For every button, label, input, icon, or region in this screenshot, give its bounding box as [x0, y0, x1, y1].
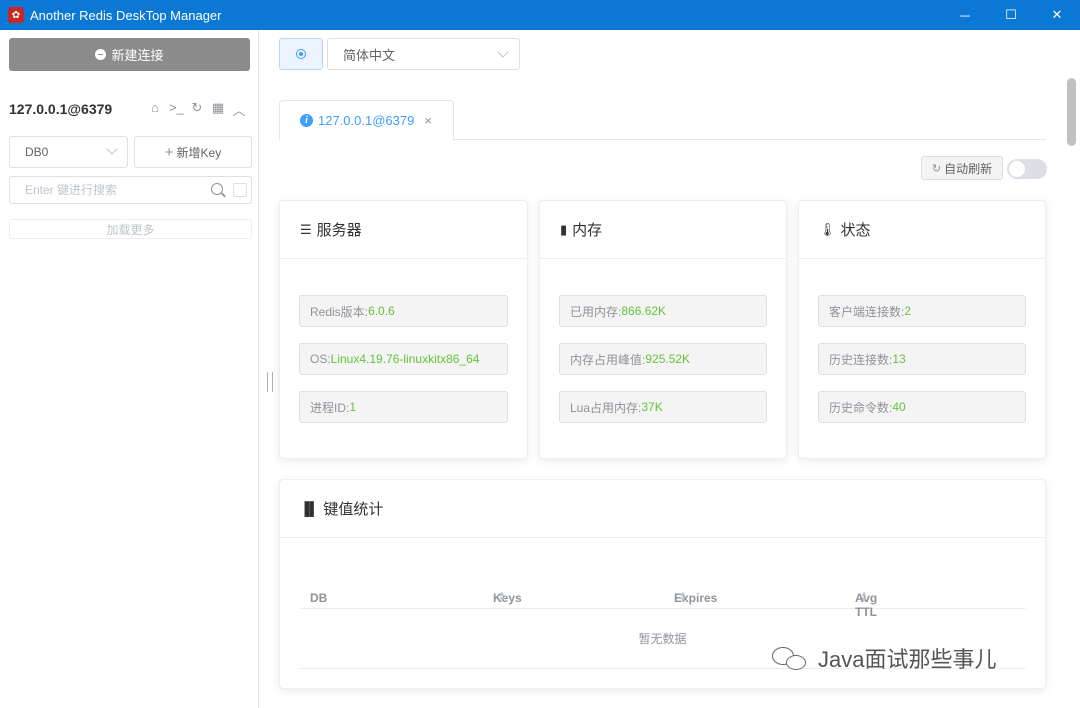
main-scrollbar[interactable] — [1067, 78, 1076, 146]
key-stats-title: 键值统计 — [323, 501, 384, 518]
auto-refresh-switch[interactable] — [1007, 159, 1047, 179]
dark-mode-toggle[interactable] — [279, 38, 323, 70]
server-card-header: ☰ 服务器 — [280, 201, 527, 259]
add-key-label: 新增Key — [176, 145, 222, 160]
memory-card-title: 内存 — [572, 222, 603, 239]
status-stat-history-conn: 历史连接数: 13 — [818, 343, 1026, 375]
new-connection-button[interactable]: 新建连接 — [9, 38, 250, 71]
app-logo-icon: ✿ — [8, 7, 24, 23]
theme-radio-icon — [296, 49, 306, 59]
refresh-icon[interactable]: ↻ — [190, 100, 204, 119]
window-controls: ─ ☐ ✕ — [942, 0, 1080, 30]
window-titlebar: ✿ Another Redis DeskTop Manager ─ ☐ ✕ — [0, 0, 1080, 30]
sidebar: 新建连接 127.0.0.1@6379 ⌂ >_ ↻ ▦ ︿ DB0 + 新增K… — [0, 30, 259, 708]
status-stat-history-cmd: 历史命令数: 40 — [818, 391, 1026, 423]
bar-chart-icon: ▐▌ — [300, 501, 319, 516]
chevron-down-icon — [497, 46, 509, 58]
watermark: Java面试那些事儿 — [772, 642, 996, 674]
thermometer-icon: 🌡 — [819, 221, 836, 237]
tab-connection-info[interactable]: i 127.0.0.1@6379 × — [279, 100, 454, 141]
key-search — [9, 176, 252, 204]
search-icon[interactable] — [211, 183, 223, 195]
status-card-title: 状态 — [840, 222, 871, 239]
auto-refresh-label: 自动刷新 — [944, 161, 993, 176]
refresh-icon: ↻ — [931, 162, 942, 175]
sort-icon[interactable]: ▲ ▼ — [679, 590, 687, 604]
window-title: Another Redis DeskTop Manager — [30, 7, 222, 23]
db-select[interactable]: DB0 — [9, 136, 128, 168]
new-connection-label: 新建连接 — [111, 48, 164, 63]
status-card: 🌡 状态 客户端连接数: 2 历史连接数: 13 历史命令数: 40 — [798, 200, 1046, 459]
key-stats-header: ▐▌ 键值统计 — [280, 480, 1045, 538]
plus-icon: + — [164, 143, 174, 161]
home-icon[interactable]: ⌂ — [148, 100, 162, 119]
status-stat-clients: 客户端连接数: 2 — [818, 295, 1026, 327]
connection-name[interactable]: 127.0.0.1@6379 — [9, 101, 112, 117]
tab-label: 127.0.0.1@6379 — [318, 113, 415, 128]
server-card-title: 服务器 — [316, 222, 362, 239]
status-card-header: 🌡 状态 — [799, 201, 1045, 259]
server-icon: ☰ — [300, 221, 312, 237]
memory-card: ▮ 内存 已用内存: 866.62K 内存占用峰值: 925.52K Lua占用… — [539, 200, 787, 459]
memory-stat-peak: 内存占用峰值: 925.52K — [559, 343, 767, 375]
minus-circle-icon — [95, 49, 107, 60]
connection-row[interactable]: 127.0.0.1@6379 ⌂ >_ ↻ ▦ ︿ — [9, 98, 250, 120]
server-stat-os: OS: Linux4.19.76-linuxkitx86_64 — [299, 343, 508, 375]
memory-stat-lua: Lua占用内存: 37K — [559, 391, 767, 423]
add-key-button[interactable]: + 新增Key — [134, 136, 252, 168]
terminal-icon[interactable]: >_ — [169, 100, 184, 119]
chevron-up-icon[interactable]: ︿ — [232, 100, 246, 119]
sidebar-resize-handle[interactable] — [267, 372, 273, 392]
load-more-button[interactable]: 加载更多 — [9, 219, 252, 239]
key-stats-table-header: DB Keys ▲ ▼ Expires ▲ ▼ Avg TTL ▲ ▼ — [299, 563, 1026, 619]
wechat-icon — [772, 643, 812, 673]
tabs-bar: i 127.0.0.1@6379 × — [279, 99, 1046, 141]
memory-card-header: ▮ 内存 — [540, 201, 786, 259]
memory-stat-used: 已用内存: 866.62K — [559, 295, 767, 327]
info-icon: i — [300, 114, 313, 127]
exact-search-checkbox[interactable] — [233, 183, 247, 197]
sort-icon[interactable]: ▲ ▼ — [498, 590, 506, 604]
connection-actions: ⌂ >_ ↻ ▦ ︿ — [148, 100, 246, 119]
key-search-input[interactable] — [25, 183, 195, 197]
language-select[interactable]: 简体中文 — [327, 38, 520, 70]
watermark-text: Java面试那些事儿 — [818, 647, 997, 672]
maximize-button[interactable]: ☐ — [988, 0, 1034, 30]
close-tab-icon[interactable]: × — [424, 113, 432, 128]
server-stat-version: Redis版本: 6.0.6 — [299, 295, 508, 327]
language-select-value: 简体中文 — [343, 47, 396, 63]
server-stat-pid: 进程ID: 1 — [299, 391, 508, 423]
grid-icon[interactable]: ▦ — [211, 100, 225, 119]
minimize-button[interactable]: ─ — [942, 0, 988, 30]
memory-chip-icon: ▮ — [560, 221, 568, 237]
close-window-button[interactable]: ✕ — [1034, 0, 1080, 30]
chevron-down-icon — [106, 143, 118, 155]
server-card: ☰ 服务器 Redis版本: 6.0.6 OS: Linux4.19.76-li… — [279, 200, 528, 459]
db-select-value: DB0 — [25, 145, 49, 159]
auto-refresh-button[interactable]: ↻ 自动刷新 — [921, 156, 1003, 180]
sort-icon[interactable]: ▲ ▼ — [860, 590, 868, 604]
